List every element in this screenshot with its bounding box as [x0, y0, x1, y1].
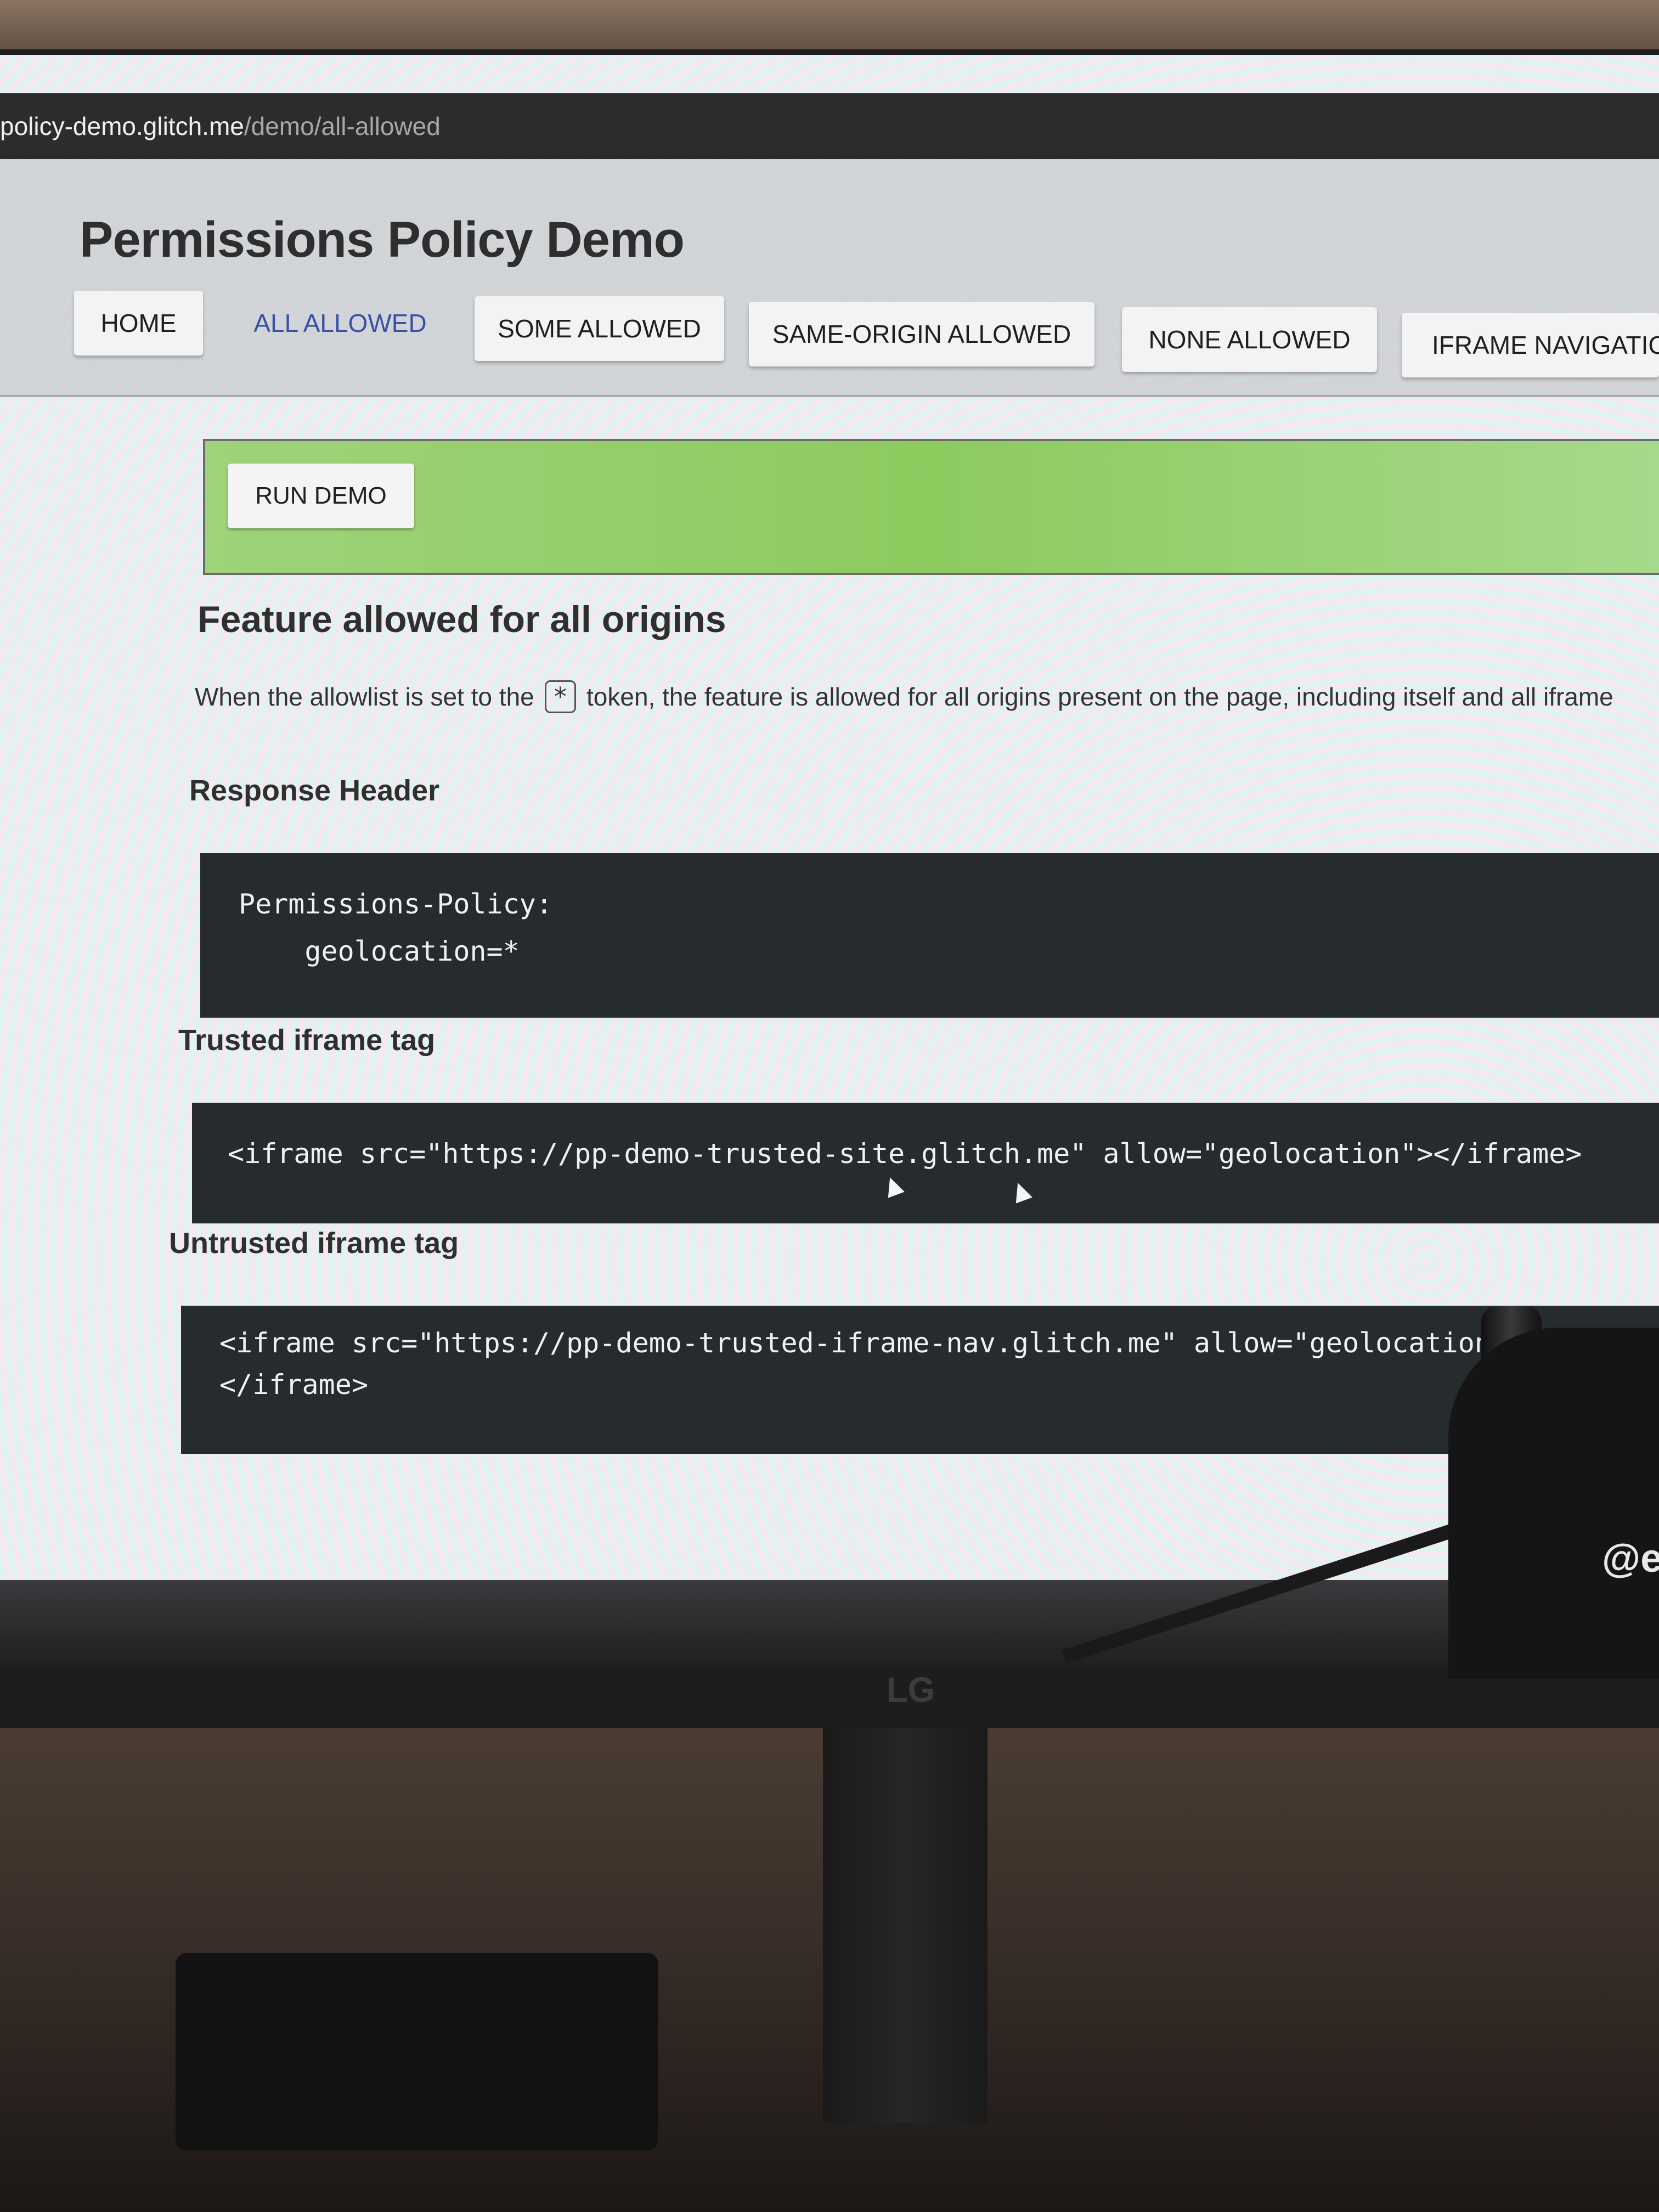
untrusted-iframe-code: <iframe src="https://pp-demo-trusted-ifr…: [181, 1306, 1659, 1454]
wildcard-token: *: [544, 680, 577, 713]
tab-some-allowed[interactable]: SOME ALLOWED: [475, 296, 724, 361]
desc-text-before: When the allowlist is set to the: [195, 682, 534, 711]
demo-panel: [203, 439, 1659, 575]
tab-iframe-navigation[interactable]: IFRAME NAVIGATIC: [1402, 313, 1659, 377]
tab-none-allowed[interactable]: NONE ALLOWED: [1122, 307, 1377, 372]
monitor-brand-logo: LG: [886, 1670, 935, 1709]
desk-device: [176, 1953, 658, 2151]
response-header-heading: Response Header: [189, 774, 440, 807]
tab-home[interactable]: HOME: [74, 291, 203, 356]
desc-text-after: token, the feature is allowed for all or…: [586, 682, 1613, 711]
section-title: Feature allowed for all origins: [198, 599, 726, 640]
response-header-code: Permissions-Policy: geolocation=*: [200, 853, 1659, 1018]
url-path: /demo/all-allowed: [244, 112, 441, 140]
webcam-overlay: [1448, 1328, 1659, 1679]
trusted-iframe-heading: Trusted iframe tag: [178, 1024, 436, 1057]
tab-all-allowed[interactable]: ALL ALLOWED: [230, 291, 450, 356]
run-demo-button[interactable]: RUN DEMO: [228, 464, 414, 528]
tab-same-origin-allowed[interactable]: SAME-ORIGIN ALLOWED: [749, 302, 1094, 366]
section-description: When the allowlist is set to the * token…: [195, 680, 1659, 713]
webcam-handle-text: @e: [1602, 1537, 1659, 1581]
address-bar[interactable]: policy-demo.glitch.me/demo/all-allowed: [0, 93, 1659, 159]
page-title: Permissions Policy Demo: [80, 212, 685, 268]
screen-bottom-edge: [0, 1580, 1659, 1668]
url-host: policy-demo.glitch.me: [0, 112, 244, 140]
untrusted-iframe-heading: Untrusted iframe tag: [169, 1227, 459, 1260]
monitor-stand: [823, 1728, 988, 2123]
trusted-iframe-code: <iframe src="https://pp-demo-trusted-sit…: [192, 1103, 1659, 1223]
